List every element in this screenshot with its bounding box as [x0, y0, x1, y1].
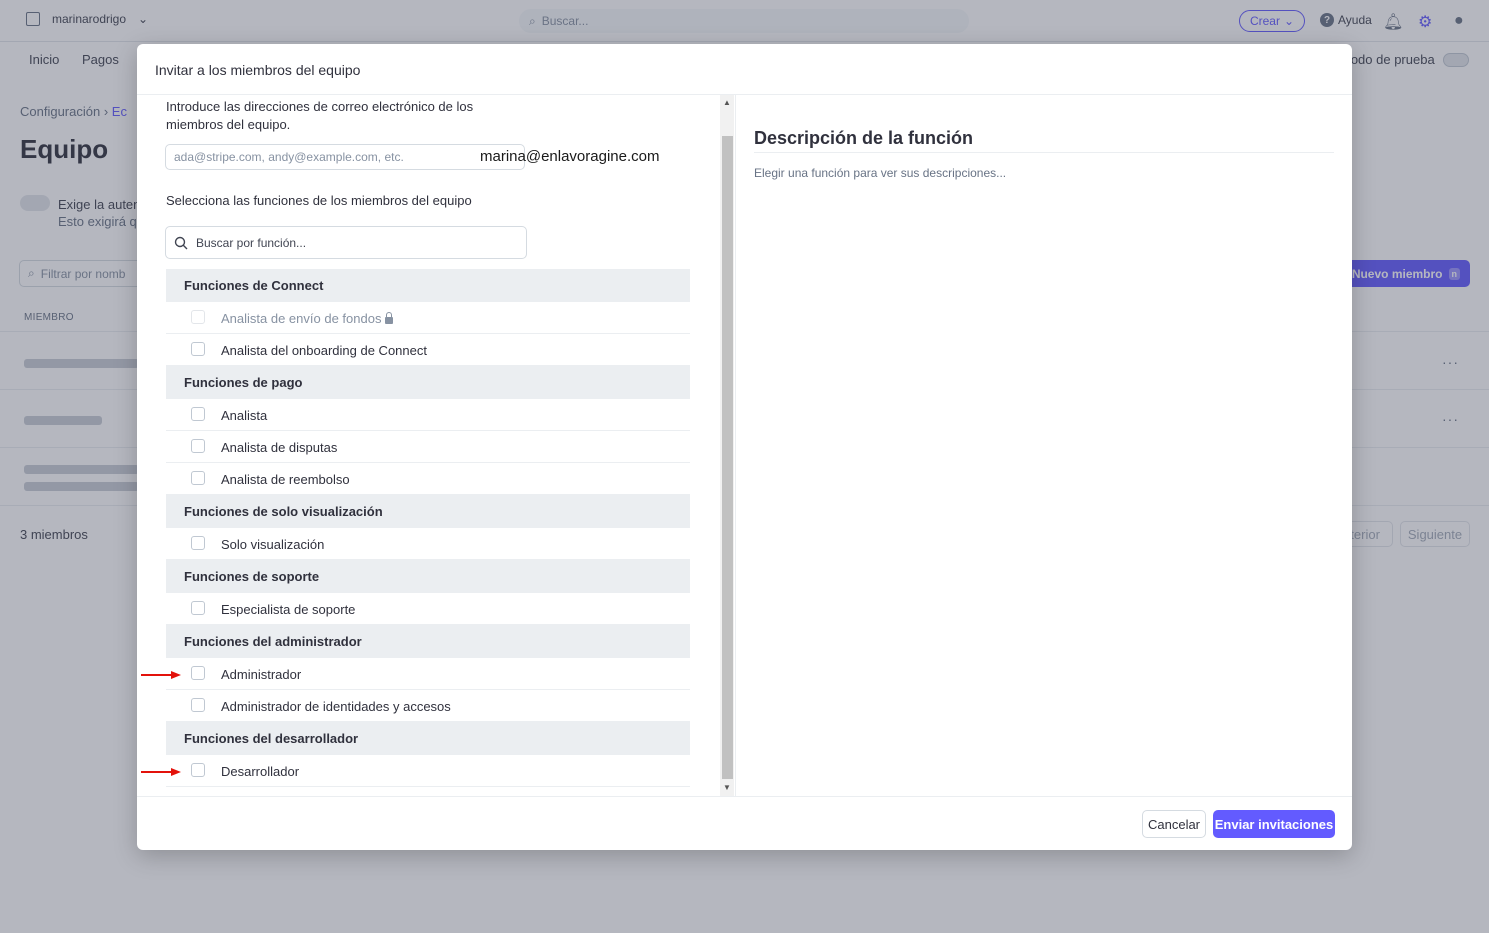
role-checkbox[interactable]	[191, 536, 205, 550]
role-option[interactable]: Analista del onboarding de Connect	[166, 334, 690, 366]
scrollbar[interactable]: ▲ ▼	[720, 95, 734, 796]
role-checkbox[interactable]	[191, 763, 205, 777]
role-label: Administrador	[221, 667, 302, 682]
role-list: Funciones de Connect Analista de envío d…	[166, 269, 690, 787]
role-option: Analista de envío de fondos	[166, 302, 690, 334]
lock-icon	[385, 312, 394, 324]
role-option[interactable]: Solo visualización	[166, 528, 690, 560]
role-group-header: Funciones de Connect	[166, 269, 690, 302]
typed-email-text: marina@enlavoragine.com	[480, 148, 660, 165]
role-option[interactable]: Analista	[166, 399, 690, 431]
role-search-input[interactable]: Buscar por función...	[165, 226, 527, 259]
role-label: Analista del onboarding de Connect	[221, 343, 427, 358]
role-group-header: Funciones del desarrollador	[166, 722, 690, 755]
search-icon	[174, 236, 188, 249]
role-checkbox[interactable]	[191, 666, 205, 680]
role-checkbox[interactable]	[191, 407, 205, 421]
role-checkbox[interactable]	[191, 601, 205, 615]
role-label: Solo visualización	[221, 537, 325, 552]
role-group-header: Funciones de soporte	[166, 560, 690, 593]
role-option[interactable]: Administrador de identidades y accesos	[166, 690, 690, 722]
scroll-thumb[interactable]	[722, 136, 733, 779]
role-label: Analista de envío de fondos	[221, 311, 394, 326]
role-search-placeholder: Buscar por función...	[196, 235, 307, 250]
role-checkbox[interactable]	[191, 698, 205, 712]
role-checkbox[interactable]	[191, 471, 205, 485]
role-group-header: Funciones de solo visualización	[166, 495, 690, 528]
role-option-administrador[interactable]: Administrador	[166, 658, 690, 690]
invite-team-modal: Invitar a los miembros del equipo Introd…	[137, 44, 1352, 850]
role-option-desarrollador[interactable]: Desarrollador	[166, 755, 690, 787]
role-label: Analista de reembolso	[221, 472, 350, 487]
email-placeholder: ada@stripe.com, andy@example.com, etc.	[174, 150, 404, 164]
role-group-header: Funciones de pago	[166, 366, 690, 399]
description-text: Elegir una función para ver sus descripc…	[754, 166, 1007, 180]
modal-footer: Cancelar Enviar invitaciones	[137, 796, 1352, 850]
modal-header: Invitar a los miembros del equipo	[137, 44, 1352, 95]
red-arrow-icon	[141, 671, 181, 679]
email-field[interactable]: ada@stripe.com, andy@example.com, etc.	[165, 144, 525, 170]
role-checkbox[interactable]	[191, 439, 205, 453]
modal-title: Invitar a los miembros del equipo	[155, 62, 361, 78]
role-label: Analista	[221, 408, 268, 423]
role-description-panel: Descripción de la función Elegir una fun…	[735, 95, 1352, 796]
role-checkbox	[191, 310, 205, 324]
cancel-button[interactable]: Cancelar	[1142, 810, 1206, 838]
description-divider	[754, 152, 1334, 153]
red-arrow-icon	[141, 768, 181, 776]
role-label: Analista de disputas	[221, 440, 338, 455]
role-option[interactable]: Analista de reembolso	[166, 463, 690, 495]
role-checkbox[interactable]	[191, 342, 205, 356]
scroll-up-arrow-icon[interactable]: ▲	[722, 98, 732, 108]
send-invitations-button[interactable]: Enviar invitaciones	[1213, 810, 1335, 838]
role-group-header: Funciones del administrador	[166, 625, 690, 658]
role-label: Desarrollador	[221, 764, 300, 779]
role-option[interactable]: Especialista de soporte	[166, 593, 690, 625]
email-instructions: Introduce las direcciones de correo elec…	[166, 99, 474, 132]
description-title: Descripción de la función	[754, 128, 974, 148]
role-label: Administrador de identidades y accesos	[221, 699, 451, 714]
role-option[interactable]: Analista de disputas	[166, 431, 690, 463]
select-roles-label: Selecciona las funciones de los miembros…	[166, 193, 472, 208]
invite-form-panel: Introduce las direcciones de correo elec…	[137, 95, 720, 796]
scroll-down-arrow-icon[interactable]: ▼	[722, 783, 732, 793]
role-label: Especialista de soporte	[221, 602, 356, 617]
